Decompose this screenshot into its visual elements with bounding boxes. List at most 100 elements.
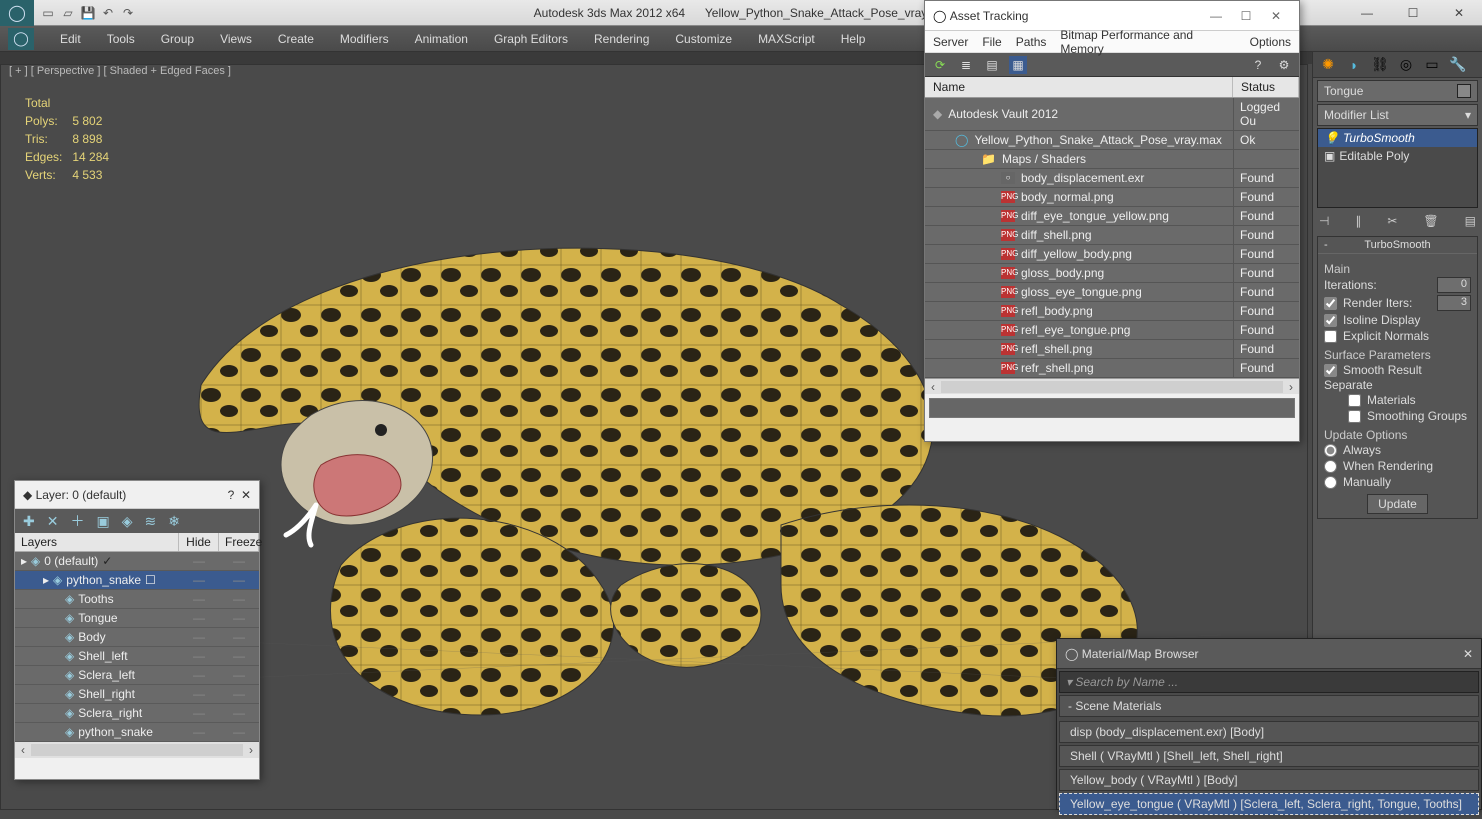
hide-toggle[interactable]: —	[179, 666, 219, 684]
menu-animation[interactable]: Animation	[415, 32, 468, 46]
col-freeze[interactable]: Freeze	[219, 533, 259, 551]
iterations-spinner[interactable]: 0	[1437, 277, 1471, 293]
material-search[interactable]: ▾ Search by Name ...	[1059, 671, 1479, 693]
tab-motion-icon[interactable]: ◎	[1395, 55, 1417, 75]
material-titlebar[interactable]: ◯ Material/Map Browser ✕	[1057, 639, 1481, 669]
rollout-header[interactable]: TurboSmooth	[1318, 237, 1477, 254]
layer-titlebar[interactable]: ◆ Layer: 0 (default) ? ✕	[15, 481, 259, 509]
stack-item-editable-poly[interactable]: ▣Editable Poly	[1318, 147, 1477, 165]
col-status[interactable]: Status	[1233, 77, 1299, 97]
layer-help-icon[interactable]: ?	[228, 488, 235, 502]
close-button[interactable]: ✕	[1436, 0, 1482, 26]
layer-hide-icon[interactable]: ≋	[144, 513, 156, 530]
render-iters-spinner[interactable]: 3	[1437, 295, 1471, 311]
hide-toggle[interactable]: —	[179, 647, 219, 665]
pin-stack-icon[interactable]: ⊣	[1319, 214, 1329, 228]
layer-row[interactable]: ◈Tooths——	[15, 590, 259, 609]
tab-display-icon[interactable]: ▭	[1421, 55, 1443, 75]
layer-delete-icon[interactable]: ✕	[47, 513, 59, 530]
modifier-list-dropdown[interactable]: Modifier List ▾	[1317, 104, 1478, 126]
remove-modifier-icon[interactable]: 🗑	[1423, 214, 1438, 228]
color-swatch[interactable]	[1457, 84, 1471, 98]
asset-tb-settings-icon[interactable]: ⚙	[1275, 56, 1293, 74]
asset-menu-bitmap[interactable]: Bitmap Performance and Memory	[1060, 28, 1235, 56]
opt-render-radio[interactable]: When Rendering	[1324, 458, 1471, 474]
asset-tracking-window[interactable]: ◯ Asset Tracking — ☐ ✕ Server File Paths…	[924, 0, 1300, 442]
col-layers[interactable]: Layers	[15, 533, 179, 551]
menu-tools[interactable]: Tools	[107, 32, 135, 46]
material-close-icon[interactable]: ✕	[1463, 647, 1473, 661]
layer-freeze-icon[interactable]: ❄	[168, 513, 180, 530]
freeze-toggle[interactable]: —	[219, 571, 259, 589]
asset-row[interactable]: PNGrefl_shell.pngFound	[925, 340, 1299, 359]
freeze-toggle[interactable]: —	[219, 685, 259, 703]
scroll-right-icon[interactable]: ›	[1283, 380, 1299, 394]
layer-row[interactable]: ◈python_snake——	[15, 723, 259, 742]
menu-help[interactable]: Help	[841, 32, 866, 46]
asset-maximize[interactable]: ☐	[1231, 9, 1261, 23]
freeze-toggle[interactable]: —	[219, 628, 259, 646]
asset-row[interactable]: PNGdiff_eye_tongue_yellow.pngFound	[925, 207, 1299, 226]
maximize-button[interactable]: ☐	[1390, 0, 1436, 26]
asset-row[interactable]: PNGrefr_shell.pngFound	[925, 359, 1299, 378]
asset-row[interactable]: PNGdiff_shell.pngFound	[925, 226, 1299, 245]
layer-highlight-icon[interactable]: ◈	[122, 513, 133, 530]
scroll-right-icon[interactable]: ›	[243, 743, 259, 757]
freeze-toggle[interactable]: —	[219, 666, 259, 684]
asset-row[interactable]: ○body_displacement.exrFound	[925, 169, 1299, 188]
stack-item-turbosmooth[interactable]: 💡TurboSmooth	[1318, 129, 1477, 147]
hide-toggle[interactable]: —	[179, 628, 219, 646]
layer-close-icon[interactable]: ✕	[241, 488, 251, 502]
tab-create-icon[interactable]: ✺	[1317, 55, 1339, 75]
asset-row[interactable]: PNGgloss_eye_tongue.pngFound	[925, 283, 1299, 302]
hide-toggle[interactable]: —	[179, 552, 219, 570]
asset-row[interactable]: PNGdiff_yellow_body.pngFound	[925, 245, 1299, 264]
asset-tb-list-icon[interactable]: ≣	[957, 56, 975, 74]
layer-row[interactable]: ◈Sclera_left——	[15, 666, 259, 685]
minimize-button[interactable]: —	[1344, 0, 1390, 26]
tab-utilities-icon[interactable]: 🔧	[1447, 55, 1469, 75]
menu-views[interactable]: Views	[220, 32, 252, 46]
hide-toggle[interactable]: —	[179, 609, 219, 627]
scene-materials-header[interactable]: - Scene Materials	[1059, 695, 1479, 717]
opt-always-radio[interactable]: Always	[1324, 442, 1471, 458]
asset-tb-table-icon[interactable]: ▦	[1009, 56, 1027, 74]
layer-panel[interactable]: ◆ Layer: 0 (default) ? ✕ ✚ ✕ ＋ ▣ ◈ ≋ ❄ L…	[14, 480, 260, 780]
scroll-left-icon[interactable]: ‹	[15, 743, 31, 757]
save-icon[interactable]: 💾	[80, 5, 96, 21]
sep-groups-check[interactable]: Smoothing Groups	[1324, 408, 1471, 424]
col-name[interactable]: Name	[925, 77, 1233, 97]
menu-modifiers[interactable]: Modifiers	[340, 32, 389, 46]
asset-menu-file[interactable]: File	[982, 35, 1001, 49]
asset-menu-server[interactable]: Server	[933, 35, 968, 49]
layer-add-icon[interactable]: ＋	[70, 511, 84, 531]
freeze-toggle[interactable]: —	[219, 552, 259, 570]
menu-edit[interactable]: Edit	[60, 32, 81, 46]
make-unique-icon[interactable]: ✂	[1387, 214, 1397, 228]
render-iters-check[interactable]: Render Iters:	[1324, 295, 1412, 311]
freeze-toggle[interactable]: —	[219, 590, 259, 608]
sep-materials-check[interactable]: Materials	[1324, 392, 1471, 408]
asset-row[interactable]: ◆Autodesk Vault 2012Logged Ou	[925, 98, 1299, 131]
asset-menu-paths[interactable]: Paths	[1016, 35, 1047, 49]
freeze-toggle[interactable]: —	[219, 609, 259, 627]
expand-icon[interactable]: ▣	[1324, 149, 1335, 163]
material-item[interactable]: Yellow_body ( VRayMtl ) [Body]	[1059, 769, 1479, 791]
asset-row[interactable]: PNGrefl_body.pngFound	[925, 302, 1299, 321]
layer-hscroll[interactable]: ‹ ›	[15, 742, 259, 758]
asset-row[interactable]: 📁Maps / Shaders	[925, 150, 1299, 169]
material-browser[interactable]: ◯ Material/Map Browser ✕ ▾ Search by Nam…	[1056, 638, 1482, 810]
tab-hierarchy-icon[interactable]: ⛓	[1369, 55, 1391, 75]
isoline-check[interactable]: Isoline Display	[1324, 312, 1471, 328]
asset-close[interactable]: ✕	[1261, 9, 1291, 23]
col-hide[interactable]: Hide	[179, 533, 219, 551]
asset-titlebar[interactable]: ◯ Asset Tracking — ☐ ✕	[925, 1, 1299, 31]
asset-tb-help-icon[interactable]: ?	[1249, 56, 1267, 74]
configure-sets-icon[interactable]: ▤	[1465, 214, 1476, 228]
menu-graph-editors[interactable]: Graph Editors	[494, 32, 568, 46]
freeze-toggle[interactable]: —	[219, 704, 259, 722]
update-button[interactable]: Update	[1367, 494, 1428, 514]
app-menu-icon[interactable]: ◯	[8, 28, 34, 50]
opt-manual-radio[interactable]: Manually	[1324, 474, 1471, 490]
open-icon[interactable]: ▱	[60, 5, 76, 21]
